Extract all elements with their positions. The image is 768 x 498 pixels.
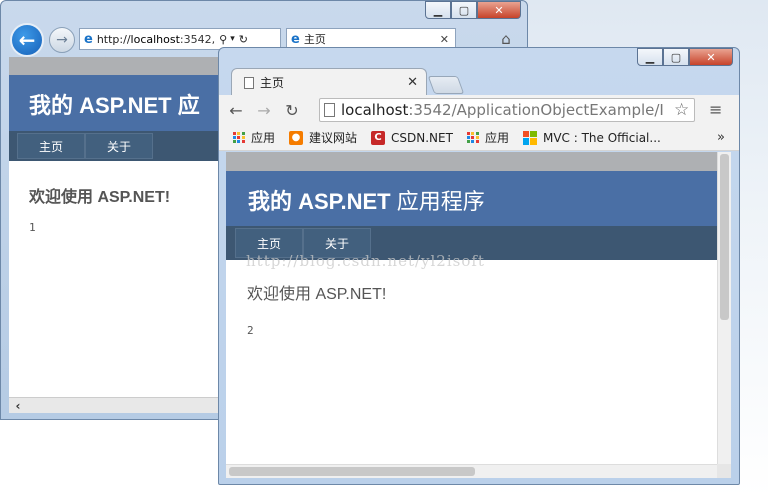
back-button[interactable]: ← [10,23,44,57]
close-tab-icon[interactable]: ✕ [440,33,449,46]
page-title-bold: 我的 ASP.NET [248,189,391,214]
bookmarks-bar: 应用 ● 建议网站 C CSDN.NET 应用 MVC : The Offici… [219,125,739,151]
bookmark-label: CSDN.NET [391,130,453,145]
bookmark-csdn[interactable]: C CSDN.NET [371,130,453,145]
close-tab-icon[interactable]: ✕ [407,75,418,90]
tab-title: 主页 [260,76,285,90]
scroll-thumb[interactable] [229,467,475,476]
watermark: http://blog.csdn.net/yl2isoft [246,252,485,270]
csdn-icon: C [371,130,386,145]
page-top-bar [226,152,717,171]
bookmark-suggested-sites[interactable]: ● 建议网站 [289,129,357,146]
minimize-button[interactable]: ▁ [637,48,663,66]
visit-counter: 2 [247,324,254,337]
page-body: http://blog.csdn.net/yl2isoft 欢迎使用 ASP.N… [226,252,717,337]
minimize-button[interactable]: ▁ [425,1,451,19]
chrome-caption-buttons: ▁ ▢ ✕ [637,48,733,66]
chrome-window: ▁ ▢ ✕ 主页 ✕ ← → ↻ localhost:3542/Applicat… [218,47,740,485]
tab-title: 主页 [303,33,326,46]
bookmark-label: 建议网站 [309,131,358,145]
more-bookmarks-icon[interactable]: » [717,130,725,145]
scroll-thumb[interactable] [720,154,729,320]
reload-icon[interactable]: ↻ [281,99,303,121]
maximize-button[interactable]: ▢ [451,1,477,19]
search-icon[interactable]: ⚲ [219,33,227,46]
back-icon[interactable]: ← [225,99,247,121]
refresh-icon[interactable]: ↻ [239,33,248,46]
chrome-page: 我的 ASP.NET 应用程序 主页 关于 http://blog.csdn.n… [226,152,717,464]
bookmark-label: 应用 [484,131,509,145]
new-tab-button[interactable] [427,76,465,94]
ie-logo-icon: e [291,31,300,47]
page-title-rest: 应用程序 [390,189,485,214]
omnibox-host: localhost [341,101,409,119]
bookmark-label: MVC : The Official... [542,130,661,145]
close-button[interactable]: ✕ [477,1,521,19]
close-button[interactable]: ✕ [689,48,733,66]
nav-about-link[interactable]: 关于 [85,133,153,159]
page-icon [324,103,335,117]
apps-icon [466,131,479,144]
ie-caption-buttons: ▁ ▢ ✕ [425,1,521,21]
page-title: 我的 ASP.NET 应用程序 [226,171,717,226]
suggested-sites-icon: ● [289,130,304,145]
vertical-scrollbar[interactable] [717,152,731,464]
scroll-corner [717,464,731,478]
omnibox-path: :3542/ApplicationObjectExample/I [408,101,664,119]
scroll-left-icon[interactable]: ‹ [9,398,27,413]
horizontal-scrollbar[interactable] [226,464,717,478]
forward-icon[interactable]: → [253,99,275,121]
microsoft-icon [522,130,537,145]
url-host: localhost [130,32,180,46]
maximize-button[interactable]: ▢ [663,48,689,66]
forward-button[interactable]: → [49,27,75,53]
omnibox[interactable]: localhost:3542/ApplicationObjectExample/… [319,98,695,122]
bookmark-apps[interactable]: 应用 [233,129,275,146]
bookmark-mvc[interactable]: MVC : The Official... [522,130,661,145]
ie-logo-icon: e [84,31,93,47]
url-prefix: http:// [96,32,131,46]
bookmark-apps-2[interactable]: 应用 [466,129,509,146]
dropdown-icon[interactable]: ▾ [230,34,235,44]
bookmark-label: 应用 [251,131,276,145]
page-icon [244,76,254,89]
chrome-tab[interactable]: 主页 ✕ [231,68,427,96]
apps-icon [233,131,245,144]
nav-home-link[interactable]: 主页 [17,133,85,159]
menu-icon[interactable]: ≡ [709,100,722,119]
url-rest: :3542, [179,32,216,46]
bookmark-star-icon[interactable]: ☆ [674,100,689,120]
